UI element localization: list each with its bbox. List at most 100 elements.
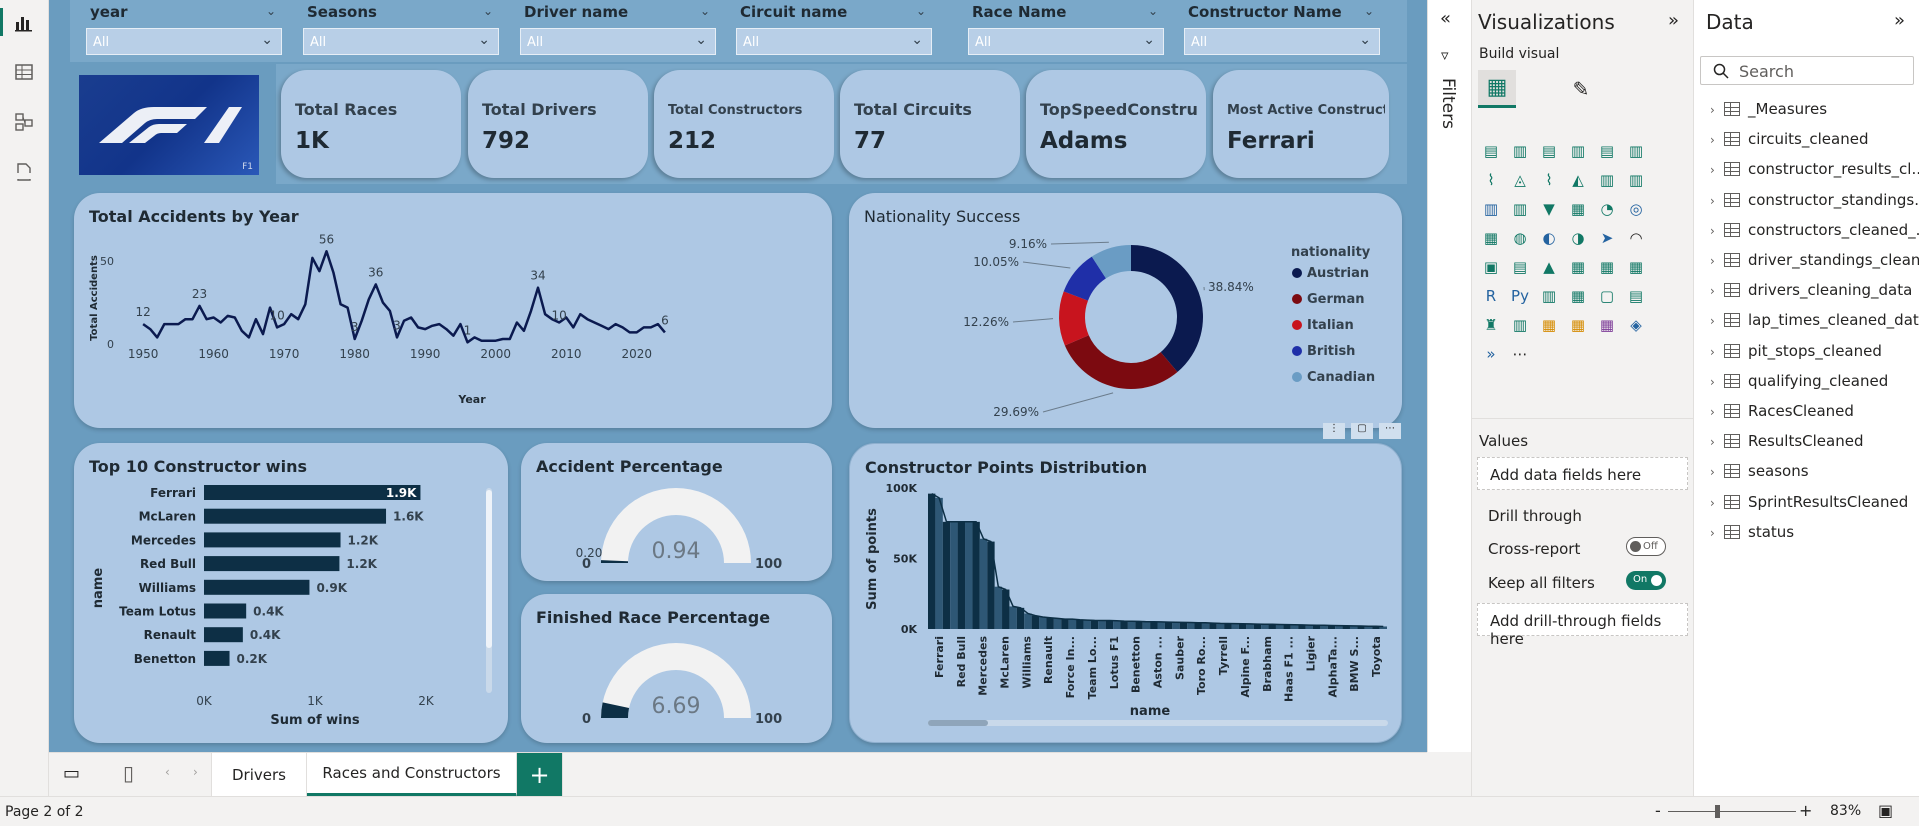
line-clustered-column-icon[interactable]: ▥ <box>1623 167 1649 193</box>
scrollbar-track[interactable] <box>486 488 492 693</box>
data-table-item[interactable]: › lap_times_cleaned_data <box>1710 311 1919 333</box>
slicer-seasons[interactable]: Seasons ⌄ All ⌄ <box>303 0 499 58</box>
slicer-constructor-name[interactable]: Constructor Name ⌄ All ⌄ <box>1184 0 1380 58</box>
collapse-pane-icon[interactable]: » <box>1668 10 1679 31</box>
ribbon-chart-icon[interactable]: ▥ <box>1478 196 1504 222</box>
clustered-column-icon[interactable]: ▥ <box>1565 138 1591 164</box>
chevron-right-icon[interactable]: › <box>1710 103 1724 117</box>
chevron-right-icon[interactable]: › <box>1710 465 1724 479</box>
chevron-down-icon[interactable]: ⌄ <box>700 4 710 18</box>
horizontal-scrollbar[interactable] <box>928 720 1388 726</box>
data-table-item[interactable]: › seasons <box>1710 462 1809 484</box>
data-table-item[interactable]: › circuits_cleaned <box>1710 130 1868 152</box>
shape-map-icon[interactable]: ◑ <box>1565 225 1591 251</box>
stacked-bar-icon[interactable]: ▤ <box>1478 138 1504 164</box>
chevron-right-icon[interactable]: › <box>1710 284 1724 298</box>
chevron-right-icon[interactable]: › <box>1710 224 1724 238</box>
data-table-item[interactable]: › RacesCleaned <box>1710 402 1854 424</box>
slicer-dropdown[interactable]: All ⌄ <box>520 28 716 55</box>
accidents-by-year-card[interactable]: Total Accidents by Year 0 50 1950 1960 1970 1… <box>74 193 832 428</box>
chevron-right-icon[interactable]: › <box>1710 375 1724 389</box>
chevron-right-icon[interactable]: › <box>1710 314 1724 328</box>
multi-row-card-icon[interactable]: ▤ <box>1507 254 1533 280</box>
metrics-icon[interactable]: » <box>1478 341 1504 367</box>
data-table-item[interactable]: › pit_stops_cleaned <box>1710 342 1882 364</box>
data-table-item[interactable]: › drivers_cleaning_data <box>1710 281 1912 303</box>
qa-icon[interactable]: ▢ <box>1594 283 1620 309</box>
data-table-item[interactable]: › constructors_cleaned_... <box>1710 221 1919 243</box>
chevron-right-icon[interactable]: › <box>1710 526 1724 540</box>
data-table-item[interactable]: › constructor_results_cl... <box>1710 160 1919 182</box>
mobile-layout-icon[interactable]: ▯ <box>123 761 134 785</box>
map-icon[interactable]: ◍ <box>1507 225 1533 251</box>
chevron-down-icon[interactable]: ⌄ <box>1364 4 1374 18</box>
r-visual-icon[interactable]: R <box>1478 283 1504 309</box>
table-view-icon[interactable] <box>8 56 40 88</box>
scrollbar-thumb[interactable] <box>486 490 492 648</box>
100-stacked-column-icon[interactable]: ▥ <box>1623 138 1649 164</box>
kpi-icon[interactable]: ▲ <box>1536 254 1562 280</box>
card-icon[interactable]: ▣ <box>1478 254 1504 280</box>
chevron-down-icon[interactable]: ⌄ <box>1148 4 1158 18</box>
collapse-pane-icon[interactable]: » <box>1894 10 1905 31</box>
data-table-item[interactable]: › ResultsCleaned <box>1710 432 1863 454</box>
stacked-area-icon[interactable]: ⌇ <box>1536 167 1562 193</box>
accident-percentage-card[interactable]: Accident Percentage 0.94 0 100 0.20 <box>521 443 832 581</box>
chevron-right-icon[interactable]: › <box>1710 496 1724 510</box>
chevron-down-icon[interactable]: ⌄ <box>483 4 493 18</box>
chevron-right-icon[interactable]: › <box>1710 254 1724 268</box>
tab-races-and-constructors[interactable]: Races and Constructors <box>307 753 517 797</box>
decomposition-tree-icon[interactable]: ▦ <box>1565 283 1591 309</box>
zoom-in-button[interactable]: + <box>1799 801 1812 820</box>
slicer-dropdown[interactable]: All ⌄ <box>1184 28 1380 55</box>
key-influencers-icon[interactable]: ▥ <box>1536 283 1562 309</box>
model-view-icon[interactable] <box>8 106 40 138</box>
new-card-icon[interactable]: ▦ <box>1536 312 1562 338</box>
clustered-bar-icon[interactable]: ▤ <box>1536 138 1562 164</box>
format-visual-tab[interactable]: ✎ <box>1562 70 1600 108</box>
top-constructor-wins-card[interactable]: Top 10 Constructor wins Ferrari 1.9K McLar… <box>74 443 508 743</box>
data-table-item[interactable]: › driver_standings_clean... <box>1710 251 1919 273</box>
kpi-total-circuits[interactable]: Total Circuits 77 <box>840 70 1020 178</box>
area-chart-icon[interactable]: ◬ <box>1507 167 1533 193</box>
line-chart-icon[interactable]: ⌇ <box>1478 167 1504 193</box>
slicer-circuit-name[interactable]: Circuit name ⌄ All ⌄ <box>736 0 932 58</box>
matrix-icon[interactable]: ▦ <box>1623 254 1649 280</box>
kpi-total-constructors[interactable]: Total Constructors 212 <box>654 70 834 178</box>
slicer-driver-name[interactable]: Driver name ⌄ All ⌄ <box>520 0 716 58</box>
kpi-most-active-constructor[interactable]: Most Active Constructor Ferrari <box>1213 70 1389 178</box>
slicer-race-name[interactable]: Race Name ⌄ All ⌄ <box>968 0 1164 58</box>
nationality-success-card[interactable]: Nationality Success 38.84% 29.69% 12.26% 10… <box>849 193 1402 428</box>
power-automate-icon[interactable]: ◈ <box>1623 312 1649 338</box>
100-area-icon[interactable]: ◭ <box>1565 167 1591 193</box>
dax-query-view-icon[interactable] <box>8 156 40 188</box>
zoom-slider-track[interactable] <box>1668 811 1796 812</box>
scrollbar-thumb[interactable] <box>928 720 988 726</box>
more-visuals-icon[interactable]: ⋯ <box>1507 341 1533 367</box>
new-slicer-icon[interactable]: ▦ <box>1565 312 1591 338</box>
scatter-icon[interactable]: ▦ <box>1565 196 1591 222</box>
table-icon[interactable]: ▦ <box>1594 254 1620 280</box>
stacked-column-icon[interactable]: ▥ <box>1507 138 1533 164</box>
funnel-icon[interactable]: ▼ <box>1536 196 1562 222</box>
trophy-icon[interactable]: ♜ <box>1478 312 1504 338</box>
report-canvas[interactable]: year ⌄ All ⌄ Seasons ⌄ All ⌄ Driver name ⌄… <box>49 0 1427 752</box>
gauge-icon[interactable]: ◠ <box>1623 225 1649 251</box>
chevron-right-icon[interactable]: › <box>1710 194 1724 208</box>
data-table-item[interactable]: › qualifying_cleaned <box>1710 372 1888 394</box>
data-table-item[interactable]: › status <box>1710 523 1794 545</box>
keep-filters-toggle[interactable]: On <box>1626 571 1666 590</box>
chevron-right-icon[interactable]: › <box>1710 133 1724 147</box>
desktop-layout-icon[interactable]: ▭ <box>63 763 80 784</box>
chevron-right-icon[interactable]: › <box>1710 163 1724 177</box>
search-box[interactable]: Search <box>1700 56 1914 85</box>
data-table-item[interactable]: › SprintResultsCleaned <box>1710 493 1908 515</box>
100-stacked-bar-icon[interactable]: ▤ <box>1594 138 1620 164</box>
slicer-dropdown[interactable]: All ⌄ <box>86 28 282 55</box>
waterfall-icon[interactable]: ▥ <box>1507 196 1533 222</box>
cross-report-toggle[interactable]: Off <box>1626 537 1666 556</box>
chevron-right-icon[interactable]: › <box>1710 345 1724 359</box>
drill-through-dropzone[interactable]: Add drill-through fields here <box>1477 603 1688 648</box>
kpi-top-speed-constructor[interactable]: TopSpeedConstruct... Adams <box>1026 70 1206 178</box>
slicer-dropdown[interactable]: All ⌄ <box>736 28 932 55</box>
